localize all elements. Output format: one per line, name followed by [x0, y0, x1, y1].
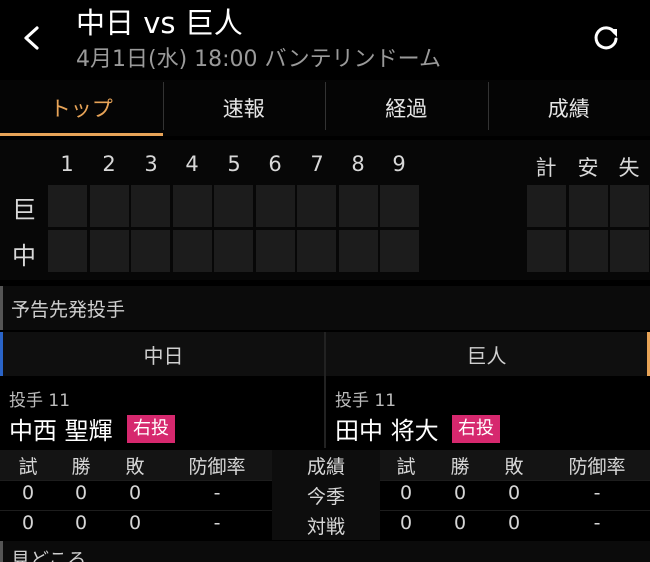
stat-value: -: [213, 512, 221, 534]
pitcher-name: 田中 将大: [335, 417, 439, 445]
section-title: 予告先発投手: [11, 299, 126, 321]
chevron-left-icon[interactable]: [14, 20, 50, 56]
score-cell: [48, 185, 87, 227]
errors-header: 失: [618, 156, 640, 180]
score-cell: [173, 185, 212, 227]
score-cell: [339, 230, 378, 272]
away-pitcher-card[interactable]: 投手 11 田中 将大 右投: [326, 378, 650, 446]
tab-live[interactable]: 速報: [162, 80, 326, 136]
score-cell: [297, 230, 336, 272]
column-header: 防御率: [568, 456, 626, 478]
score-cell: [380, 185, 419, 227]
total-cell: [610, 230, 649, 272]
stat-value: 0: [453, 512, 467, 534]
stat-value: 0: [399, 512, 413, 534]
stat-value: -: [593, 482, 601, 504]
stat-value: -: [593, 512, 601, 534]
score-cell: [380, 230, 419, 272]
inning-header: 9: [392, 152, 406, 176]
probable-pitchers-header: 予告先発投手: [0, 286, 650, 330]
scoreboard: 1 2 3 4 5 6 7 8 9 計 安 失 巨 中: [0, 140, 650, 280]
section-title: 見どころ: [11, 549, 87, 562]
stat-value: 0: [128, 482, 142, 504]
throwing-hand-badge: 右投: [127, 415, 175, 443]
total-cell: [527, 230, 566, 272]
home-team-abbr: 中: [12, 242, 36, 270]
highlights-header: 見どころ: [0, 541, 650, 562]
inning-header: 8: [351, 152, 365, 176]
column-header: 試: [396, 456, 416, 478]
score-cell: [131, 185, 170, 227]
page-title: 中日 vs 巨人: [76, 6, 243, 40]
stat-value: 0: [128, 512, 142, 534]
stat-value: -: [213, 482, 221, 504]
score-cell: [214, 230, 253, 272]
tab-top[interactable]: トップ: [0, 80, 163, 136]
tab-stats[interactable]: 成績: [487, 80, 650, 136]
total-cell: [569, 185, 608, 227]
score-cell: [256, 185, 295, 227]
column-header: 成績: [306, 456, 345, 478]
stat-value: 0: [74, 512, 88, 534]
total-cell: [527, 185, 566, 227]
row-label: 今季: [306, 486, 345, 508]
stat-value: 0: [74, 482, 88, 504]
inning-header: 7: [310, 152, 324, 176]
score-cell: [214, 185, 253, 227]
column-header: 勝: [71, 456, 91, 478]
away-team-abbr: 巨: [12, 196, 36, 224]
stat-value: 0: [21, 482, 35, 504]
score-cell: [297, 185, 336, 227]
total-runs-header: 計: [535, 156, 557, 180]
column-header: 敗: [125, 456, 145, 478]
inning-header: 1: [60, 152, 74, 176]
score-cell: [90, 230, 129, 272]
pitcher-name: 中西 聖輝: [9, 417, 113, 445]
tab-progress[interactable]: 経過: [325, 80, 488, 136]
stat-value: 0: [507, 512, 521, 534]
total-cell: [610, 185, 649, 227]
reload-icon[interactable]: [588, 20, 624, 56]
app-header: 中日 vs 巨人 4月1日(水) 18:00 バンテリンドーム: [0, 0, 650, 76]
column-header: 敗: [504, 456, 524, 478]
game-info: 4月1日(水) 18:00 バンテリンドーム: [76, 47, 441, 72]
away-team-label: 巨人: [326, 332, 650, 376]
pitcher-stats-table: 試 勝 敗 防御率 成績 試 勝 敗 防御率 0 0 0 - 今季 0 0 0 …: [0, 450, 650, 540]
pitcher-position: 投手 11: [335, 391, 397, 411]
score-cell: [256, 230, 295, 272]
score-cell: [339, 185, 378, 227]
score-cell: [131, 230, 170, 272]
column-header: 勝: [450, 456, 470, 478]
inning-header: 3: [144, 152, 158, 176]
stat-value: 0: [453, 482, 467, 504]
score-cell: [90, 185, 129, 227]
inning-header: 6: [268, 152, 282, 176]
inning-header: 4: [185, 152, 199, 176]
home-team-label: 中日: [0, 332, 324, 376]
total-cell: [569, 230, 608, 272]
stat-value: 0: [21, 512, 35, 534]
tab-bar: トップ 速報 経過 成績: [0, 80, 650, 136]
stat-value: 0: [507, 482, 521, 504]
column-header: 防御率: [188, 456, 246, 478]
inning-header: 5: [227, 152, 241, 176]
throwing-hand-badge: 右投: [452, 415, 500, 443]
home-pitcher-card[interactable]: 投手 11 中西 聖輝 右投: [0, 378, 324, 446]
score-cell: [48, 230, 87, 272]
stat-value: 0: [399, 482, 413, 504]
column-header: 試: [18, 456, 38, 478]
score-cell: [173, 230, 212, 272]
inning-header: 2: [102, 152, 116, 176]
row-label: 対戦: [306, 516, 345, 538]
pitcher-position: 投手 11: [9, 391, 71, 411]
hits-header: 安: [577, 156, 599, 180]
